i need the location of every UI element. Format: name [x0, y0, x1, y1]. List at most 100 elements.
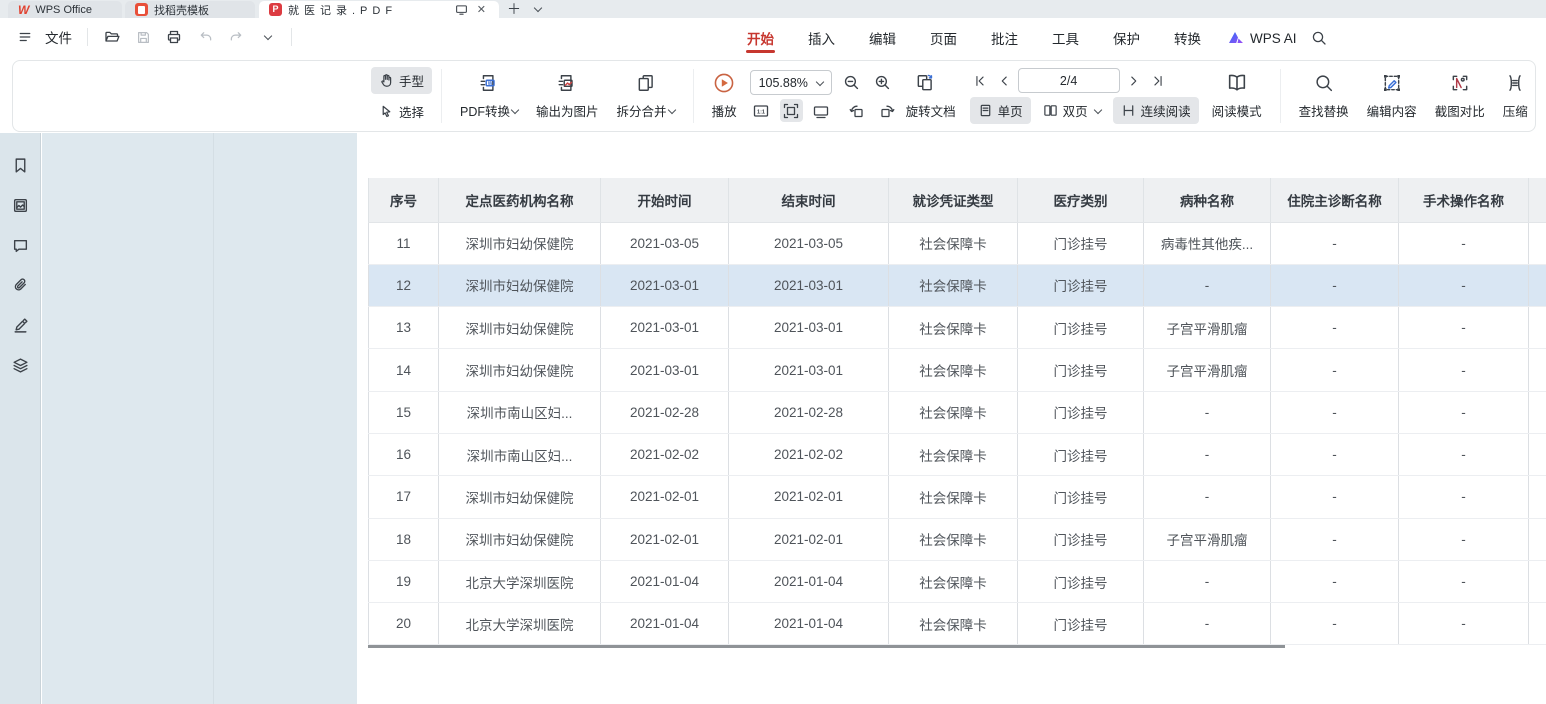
double-page-button[interactable]: 双页	[1035, 97, 1109, 124]
menu-tab-开始[interactable]: 开始	[730, 18, 791, 58]
find-replace-button[interactable]: 查找替换	[1290, 72, 1358, 120]
signature-icon[interactable]	[12, 317, 29, 334]
cell-diagnosis: -	[1271, 349, 1399, 391]
rotate-right-button[interactable]	[876, 99, 899, 122]
zoom-in-button[interactable]	[871, 71, 894, 94]
cell-cert-type: 社会保障卡	[889, 264, 1018, 306]
col-header: 定点医药机构名称	[439, 178, 601, 222]
zoom-out-button[interactable]	[840, 71, 863, 94]
cell-disease: 子宫平滑肌瘤	[1144, 349, 1271, 391]
new-tab-button[interactable]: ＋	[499, 0, 529, 18]
pdf-file-icon	[269, 3, 282, 16]
fit-page-button[interactable]	[780, 99, 803, 122]
cell-disease: 病毒性其他疾...	[1144, 222, 1271, 264]
page-number-input[interactable]: 2/4	[1018, 68, 1120, 93]
left-icon-strip	[0, 133, 41, 704]
rotate-left-button[interactable]	[846, 99, 869, 122]
col-header: 住院主诊断名称	[1271, 178, 1399, 222]
cell-cert-type: 社会保障卡	[889, 391, 1018, 433]
medical-records-table: 序号 定点医药机构名称 开始时间 结束时间 就诊凭证类型 医疗类别 病种名称 住…	[368, 178, 1546, 645]
split-merge-button[interactable]: 拆分合并	[608, 72, 684, 120]
last-page-button[interactable]	[1148, 71, 1168, 91]
cell-category: 门诊挂号	[1018, 307, 1144, 349]
edit-content-button[interactable]: 编辑内容	[1358, 72, 1426, 120]
attachment-icon[interactable]	[12, 277, 29, 294]
cell-end-date: 2021-03-01	[729, 349, 889, 391]
cell-org: 深圳市妇幼保健院	[439, 222, 601, 264]
window-icon[interactable]	[455, 3, 468, 16]
zoom-level-select[interactable]: 105.88%	[750, 70, 832, 95]
table-header-row: 序号 定点医药机构名称 开始时间 结束时间 就诊凭证类型 医疗类别 病种名称 住…	[369, 178, 1546, 222]
print-icon[interactable]	[163, 26, 185, 48]
save-icon[interactable]	[132, 26, 154, 48]
menu-tab-批注[interactable]: 批注	[974, 18, 1035, 58]
wps-ai-button[interactable]: WPS AI	[1228, 31, 1297, 46]
file-menu[interactable]: 文件	[45, 27, 72, 47]
play-button[interactable]: 播放	[703, 72, 746, 120]
previous-page-button[interactable]	[994, 71, 1014, 91]
rotate-document-label[interactable]: 旋转文档	[906, 101, 956, 120]
cell-diagnosis: -	[1271, 391, 1399, 433]
chevron-down-icon	[815, 77, 823, 85]
compress-button[interactable]: 压缩	[1494, 72, 1536, 120]
cell-no: 14	[369, 349, 439, 391]
cell-start-date: 2021-03-05	[601, 222, 729, 264]
single-page-button[interactable]: 单页	[970, 97, 1031, 124]
cell-diagnosis: -	[1271, 264, 1399, 306]
svg-text:1:1: 1:1	[757, 109, 765, 115]
fit-width-button[interactable]	[810, 99, 833, 122]
comment-icon[interactable]	[12, 237, 29, 254]
tab-document[interactable]: 就医记录.PDF ✕	[259, 1, 499, 18]
cell-operation: -	[1399, 264, 1529, 306]
cell-no: 17	[369, 476, 439, 518]
select-tool-button[interactable]: 选择	[371, 98, 432, 125]
rotate-document-icon[interactable]	[914, 71, 937, 94]
cell-start-date: 2021-01-04	[601, 603, 729, 645]
open-folder-icon[interactable]	[101, 26, 123, 48]
search-icon[interactable]	[1311, 30, 1327, 46]
first-page-button[interactable]	[970, 71, 990, 91]
cell-partial	[1529, 560, 1546, 602]
menu-tab-工具[interactable]: 工具	[1035, 18, 1096, 58]
edit-pencil-icon	[1382, 72, 1402, 94]
table-row: 20 北京大学深圳医院 2021-01-04 2021-01-04 社会保障卡 …	[369, 603, 1546, 645]
menu-tab-转换[interactable]: 转换	[1157, 18, 1218, 58]
thumbnail-icon[interactable]	[12, 197, 29, 214]
hand-tool-button[interactable]: 手型	[371, 67, 432, 94]
cell-cert-type: 社会保障卡	[889, 222, 1018, 264]
layers-icon[interactable]	[12, 357, 29, 374]
menu-tab-插入[interactable]: 插入	[791, 18, 852, 58]
menu-tab-编辑[interactable]: 编辑	[852, 18, 913, 58]
export-as-image-button[interactable]: 输出为图片	[527, 72, 608, 120]
read-mode-button[interactable]: 阅读模式	[1203, 72, 1271, 120]
tab-docer-templates[interactable]: 找稻壳模板	[125, 1, 255, 18]
col-header: 就诊凭证类型	[889, 178, 1018, 222]
chevron-down-icon	[1093, 105, 1101, 113]
table-bottom-border	[368, 645, 1285, 648]
cell-partial	[1529, 518, 1546, 560]
hamburger-menu-icon[interactable]	[14, 26, 36, 48]
continuous-scroll-button[interactable]: 连续阅读	[1113, 97, 1199, 124]
close-tab-icon[interactable]: ✕	[474, 3, 489, 16]
tab-list-chevron-icon[interactable]	[529, 0, 545, 18]
undo-icon[interactable]	[194, 26, 216, 48]
tab-label: 找稻壳模板	[154, 2, 209, 18]
cell-cert-type: 社会保障卡	[889, 476, 1018, 518]
bookmark-icon[interactable]	[12, 157, 29, 174]
tab-wps-office[interactable]: W WPS Office	[8, 1, 122, 18]
pdf-convert-button[interactable]: W PDF转换	[451, 72, 527, 120]
screenshot-compare-button[interactable]: 截图对比	[1426, 72, 1494, 120]
pdf-page[interactable]: 序号 定点医药机构名称 开始时间 结束时间 就诊凭证类型 医疗类别 病种名称 住…	[357, 133, 1546, 704]
col-header-partial	[1529, 178, 1546, 222]
split-merge-icon	[636, 72, 656, 94]
menu-tab-保护[interactable]: 保护	[1096, 18, 1157, 58]
redo-icon[interactable]	[225, 26, 247, 48]
actual-size-button[interactable]: 1:1	[750, 99, 773, 122]
cell-category: 门诊挂号	[1018, 264, 1144, 306]
menu-tab-页面[interactable]: 页面	[913, 18, 974, 58]
table-row: 19 北京大学深圳医院 2021-01-04 2021-01-04 社会保障卡 …	[369, 560, 1546, 602]
book-icon	[1226, 72, 1248, 94]
next-page-button[interactable]	[1124, 71, 1144, 91]
more-actions-chevron-icon[interactable]	[256, 26, 278, 48]
col-header: 结束时间	[729, 178, 889, 222]
